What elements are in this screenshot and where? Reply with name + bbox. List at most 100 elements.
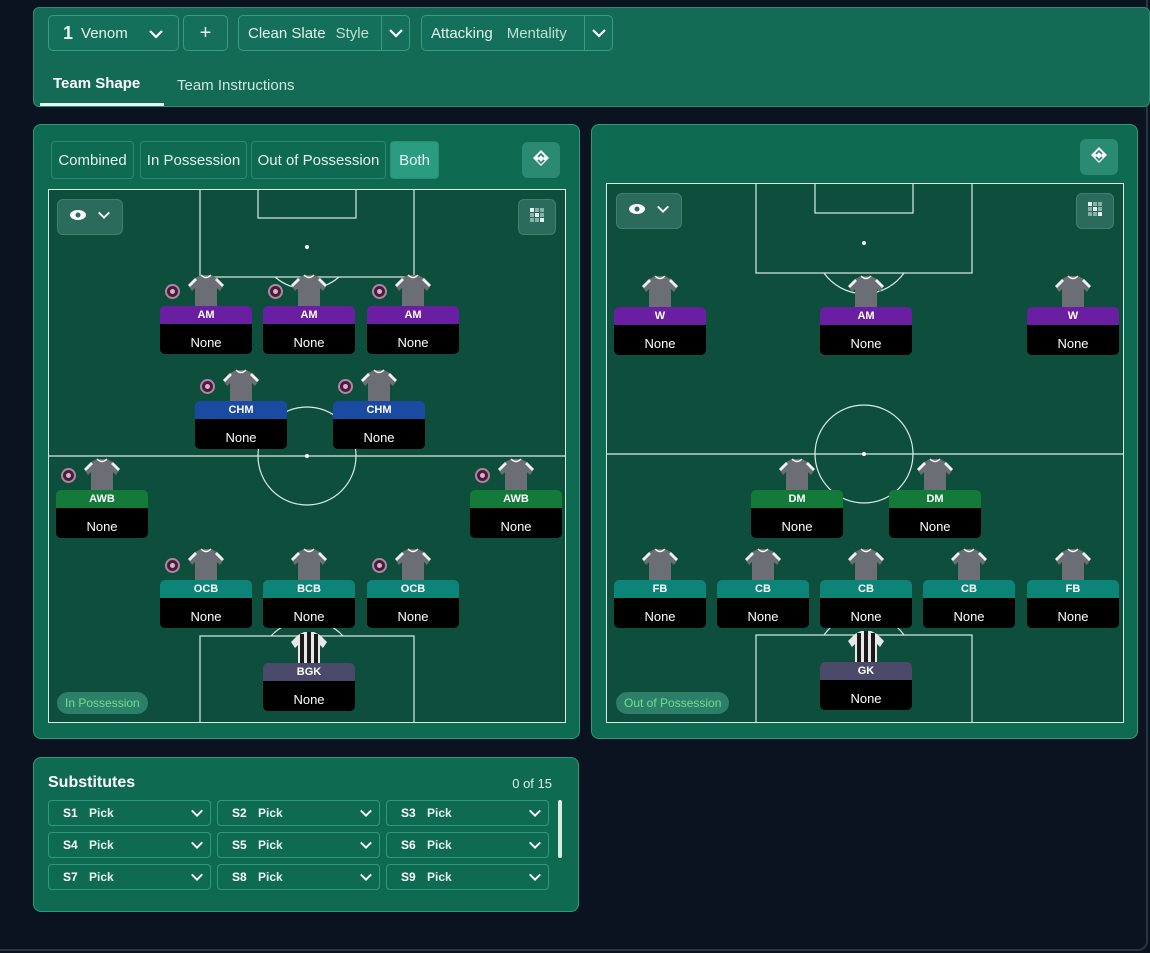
tab-team-instructions[interactable]: Team Instructions (177, 64, 295, 106)
visibility-dropdown[interactable] (57, 199, 123, 235)
substitute-slot[interactable]: S3 Pick (386, 800, 549, 826)
substitutes-title: Substitutes (48, 774, 136, 791)
add-tactic-button[interactable]: + (183, 15, 228, 51)
instruction-marker-icon[interactable] (372, 558, 387, 573)
slot-code: S9 (401, 870, 416, 884)
player-slot-am[interactable]: AM None (263, 274, 355, 356)
role-label: DM (751, 490, 843, 508)
instruction-marker-icon[interactable] (475, 468, 490, 483)
tactic-number: 1 (63, 22, 74, 43)
player-slot-bgk[interactable]: BGK None (263, 631, 355, 713)
tab-label: Team Shape (53, 75, 141, 92)
slot-value: Pick (89, 838, 114, 852)
substitute-slot[interactable]: S7 Pick (48, 864, 211, 890)
shirt-icon (497, 458, 535, 492)
instruction-marker-icon[interactable] (200, 379, 215, 394)
shirt-icon (744, 548, 782, 582)
role-label: AM (160, 306, 252, 324)
combined-shape-panel: Combined In Possession Out of Possession… (33, 124, 580, 739)
player-slot-w[interactable]: W None (1027, 275, 1119, 357)
mentality-selector[interactable]: Attacking Mentality (421, 15, 613, 51)
slot-value: Pick (427, 870, 452, 884)
segment-out-of-possession[interactable]: Out of Possession (251, 141, 386, 179)
substitute-slot[interactable]: S6 Pick (386, 832, 549, 858)
player-slot-gk[interactable]: GK None (820, 630, 912, 712)
tab-team-shape[interactable]: Team Shape (40, 64, 164, 106)
shirt-icon (1054, 275, 1092, 309)
instruction-marker-icon[interactable] (338, 379, 353, 394)
instruction-marker-icon[interactable] (165, 284, 180, 299)
player-slot-awb[interactable]: AWB None (470, 458, 562, 540)
substitute-slot[interactable]: S1 Pick (48, 800, 211, 826)
player-slot-awb[interactable]: AWB None (56, 458, 148, 540)
chevron-down-icon (522, 838, 548, 852)
player-slot-w[interactable]: W None (614, 275, 706, 357)
player-name: None (367, 598, 459, 628)
role-label: CHM (333, 401, 425, 419)
player-slot-dm[interactable]: DM None (751, 458, 843, 540)
instruction-marker-icon[interactable] (372, 284, 387, 299)
player-slot-ocb[interactable]: OCB None (367, 548, 459, 630)
style-selector[interactable]: Clean Slate Style (238, 15, 410, 51)
player-slot-fb[interactable]: FB None (614, 548, 706, 630)
player-slot-am[interactable]: AM None (820, 275, 912, 357)
instruction-marker-icon[interactable] (268, 284, 283, 299)
substitutes-scrollbar[interactable] (558, 800, 562, 858)
role-label: AM (263, 306, 355, 324)
swap-icon (531, 148, 551, 173)
role-label: CB (717, 580, 809, 598)
grid-icon (529, 207, 545, 228)
shirt-icon (83, 458, 121, 492)
segment-combined[interactable]: Combined (51, 141, 134, 179)
player-name: None (160, 324, 252, 354)
substitute-slot[interactable]: S5 Pick (217, 832, 380, 858)
swap-icon (1089, 145, 1109, 170)
segment-both[interactable]: Both (390, 141, 439, 179)
player-slot-chm[interactable]: CHM None (195, 369, 287, 451)
player-name: None (56, 508, 148, 538)
grid-toggle-button[interactable] (518, 199, 556, 235)
chevron-down-icon (522, 806, 548, 820)
substitute-slot[interactable]: S4 Pick (48, 832, 211, 858)
player-slot-am[interactable]: AM None (160, 274, 252, 356)
player-slot-chm[interactable]: CHM None (333, 369, 425, 451)
tactics-header: 1 Venom + Clean Slate Style Attacking Me… (33, 7, 1150, 107)
player-name: None (717, 598, 809, 628)
segment-label: Out of Possession (257, 151, 380, 169)
role-label: GK (820, 662, 912, 680)
player-slot-cb[interactable]: CB None (820, 548, 912, 630)
player-slot-bcb[interactable]: BCB None (263, 548, 355, 630)
player-slot-dm[interactable]: DM None (889, 458, 981, 540)
player-slot-cb[interactable]: CB None (717, 548, 809, 630)
substitute-slot[interactable]: S9 Pick (386, 864, 549, 890)
substitute-slot[interactable]: S2 Pick (217, 800, 380, 826)
chevron-down-icon (184, 838, 210, 852)
shirt-icon (290, 548, 328, 582)
instruction-marker-icon[interactable] (165, 558, 180, 573)
player-slot-cb[interactable]: CB None (923, 548, 1015, 630)
role-label: OCB (367, 580, 459, 598)
chevron-down-icon (584, 16, 612, 50)
visibility-dropdown[interactable] (616, 193, 682, 229)
tactic-selector[interactable]: 1 Venom (48, 15, 179, 51)
slot-code: S2 (232, 806, 247, 820)
shirt-icon (360, 369, 398, 403)
swap-view-button[interactable] (1080, 139, 1118, 175)
player-slot-fb[interactable]: FB None (1027, 548, 1119, 630)
substitute-slot[interactable]: S8 Pick (217, 864, 380, 890)
player-slot-ocb[interactable]: OCB None (160, 548, 252, 630)
mentality-value: Attacking (431, 24, 493, 42)
chevron-down-icon (353, 838, 379, 852)
style-value: Clean Slate (248, 24, 326, 42)
out-of-possession-badge: Out of Possession (616, 692, 730, 714)
style-label: Style (335, 24, 369, 42)
shirt-icon (222, 369, 260, 403)
segment-in-possession[interactable]: In Possession (140, 141, 247, 179)
instruction-marker-icon[interactable] (61, 468, 76, 483)
swap-view-button[interactable] (522, 142, 560, 178)
role-label: BGK (263, 663, 355, 681)
substitutes-count: 0 of 15 (512, 776, 552, 791)
player-slot-am[interactable]: AM None (367, 274, 459, 356)
grid-toggle-button[interactable] (1076, 193, 1114, 229)
chevron-down-icon (184, 806, 210, 820)
